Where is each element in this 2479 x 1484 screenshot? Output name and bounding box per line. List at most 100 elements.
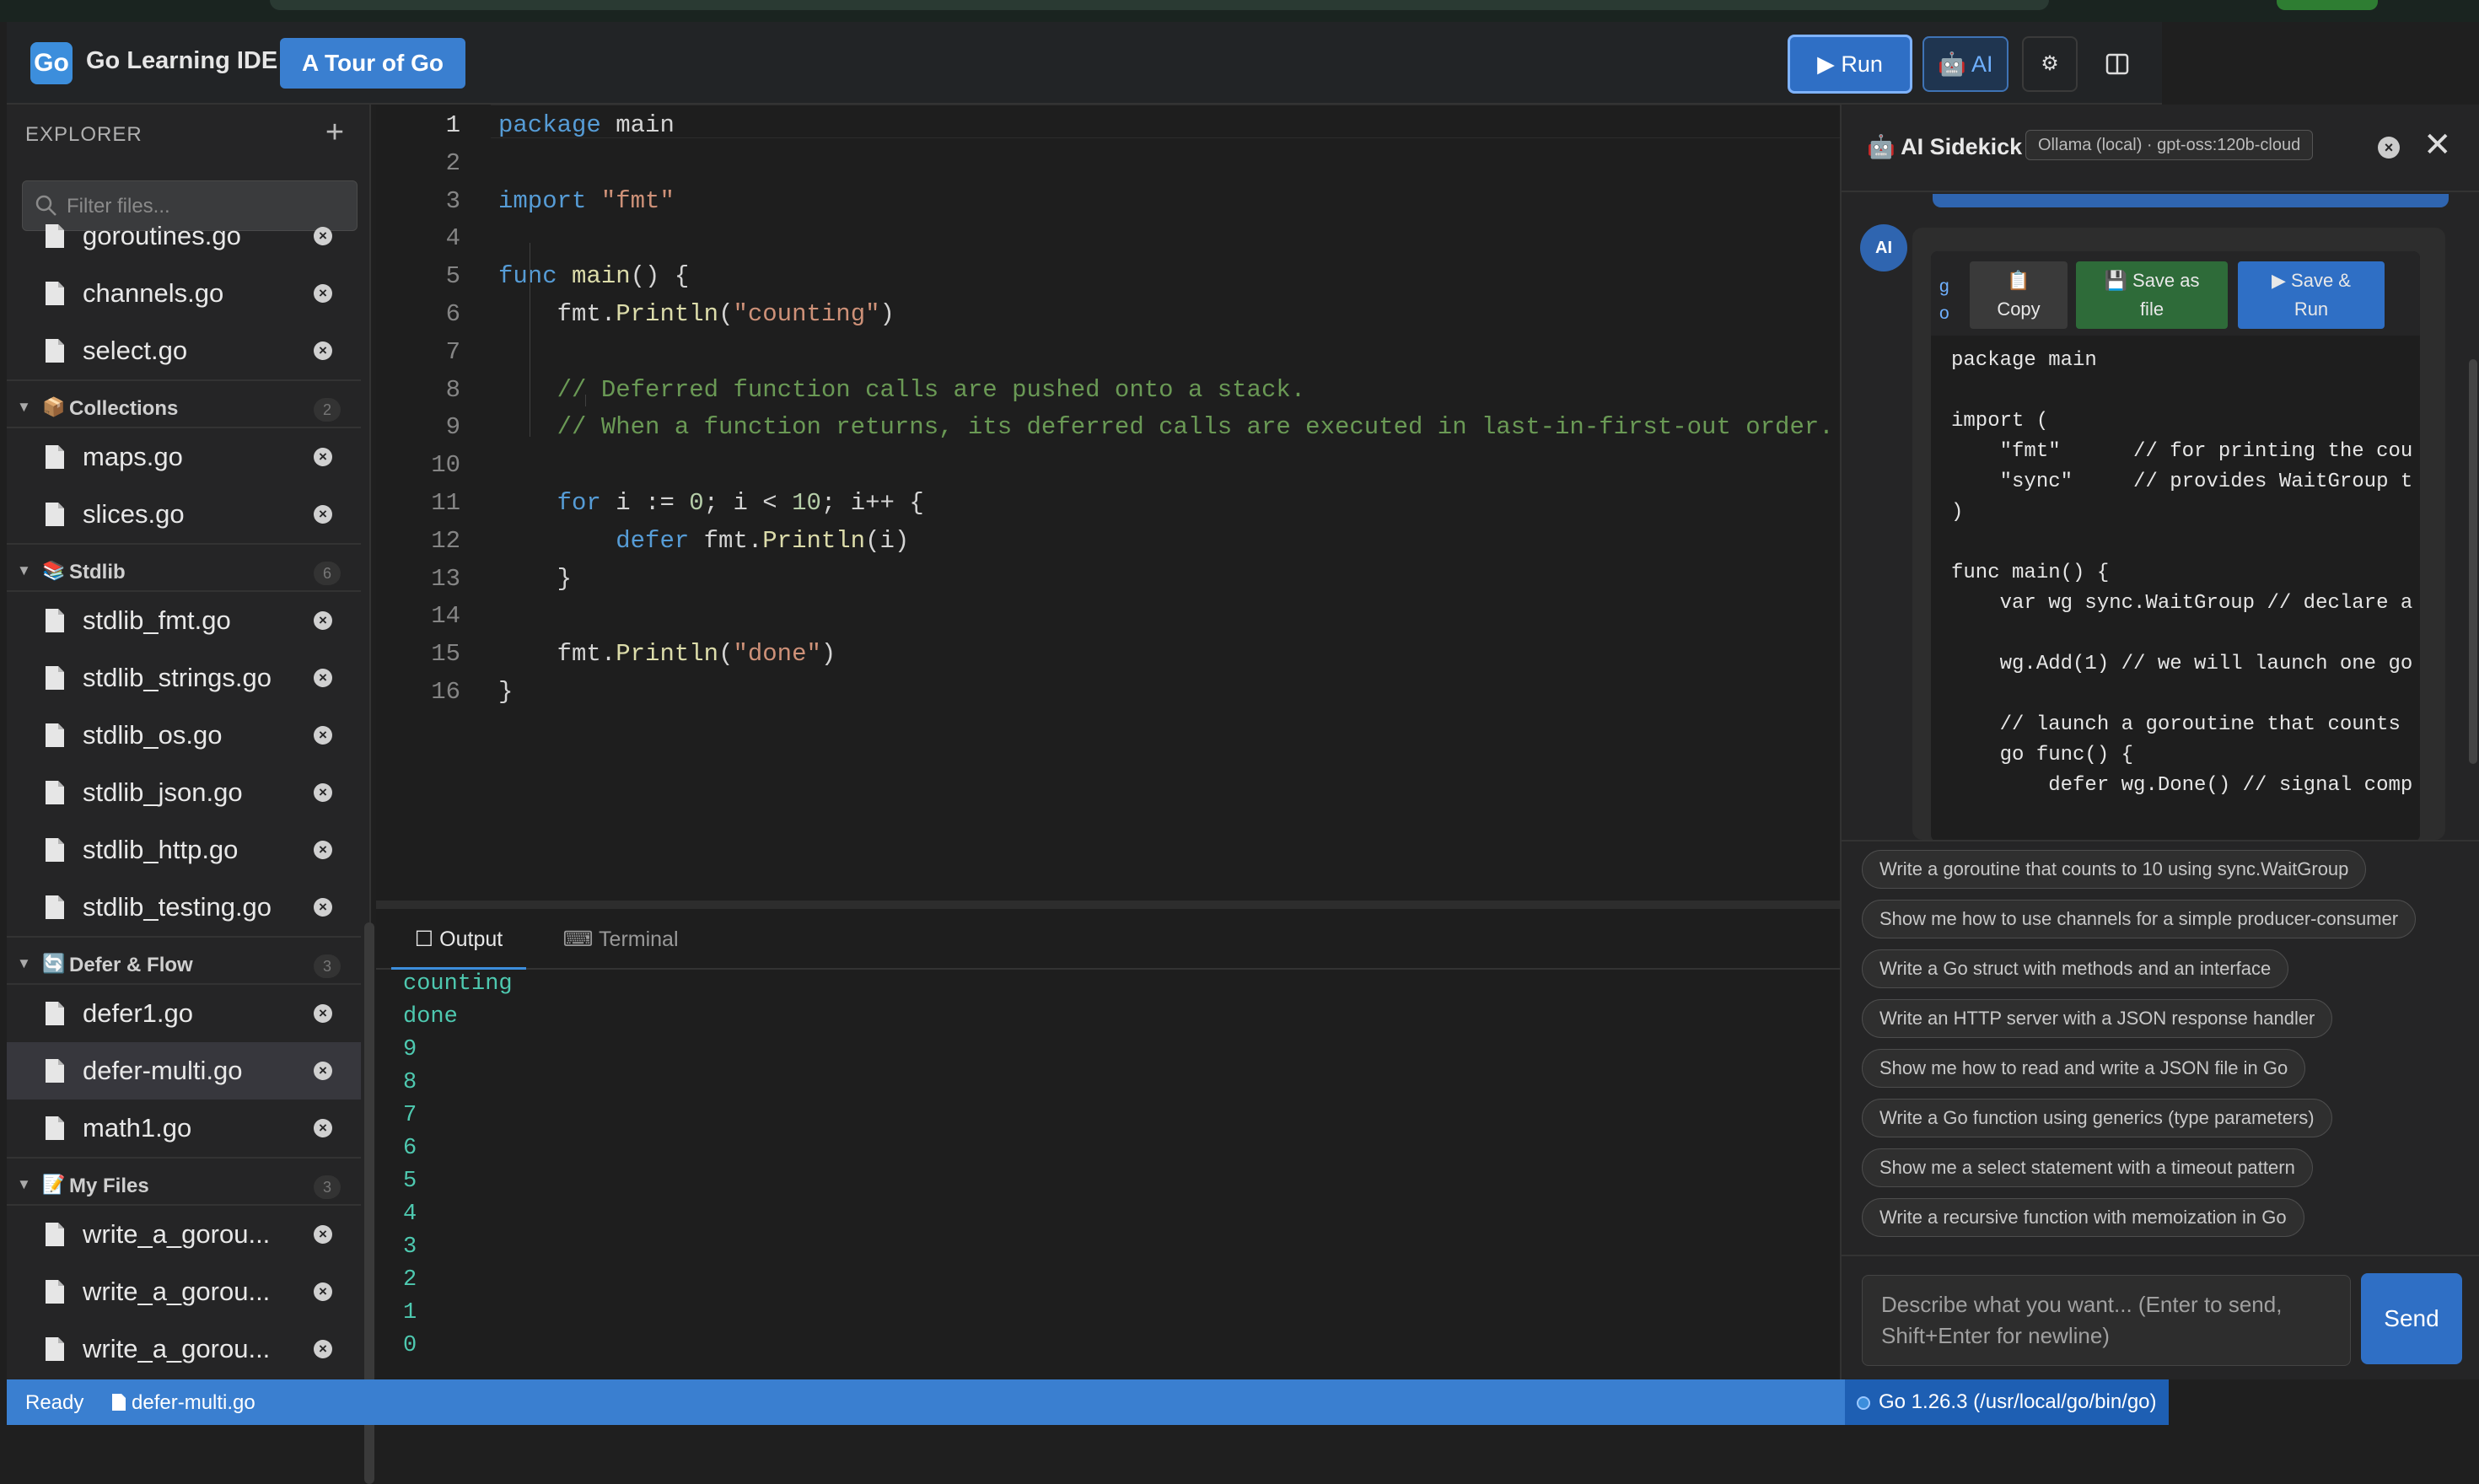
file-item[interactable]: write_a_gorou... × xyxy=(7,1320,361,1378)
close-file-icon[interactable]: × xyxy=(314,1119,332,1137)
file-item[interactable]: math1.go × xyxy=(7,1100,361,1157)
layout-toggle-button[interactable] xyxy=(2089,36,2145,92)
save-as-file-button[interactable]: 💾 Save as file xyxy=(2076,261,2228,329)
line-number: 2 xyxy=(445,148,460,177)
go-version[interactable]: Go 1.26.3 (/usr/local/go/bin/go) xyxy=(1845,1379,2169,1425)
file-item[interactable]: slices.go × xyxy=(7,486,361,543)
output-line: 1 xyxy=(403,1300,417,1325)
line-number: 9 xyxy=(445,413,460,442)
close-file-icon[interactable]: × xyxy=(314,726,332,745)
output-line: 5 xyxy=(403,1169,417,1194)
code-line[interactable]: import "fmt" xyxy=(498,184,675,219)
suggestion-chip[interactable]: Write an HTTP server with a JSON respons… xyxy=(1862,999,2333,1038)
close-file-icon[interactable]: × xyxy=(314,227,332,245)
close-file-icon[interactable]: × xyxy=(314,669,332,687)
file-item[interactable]: write_a_gorou... × xyxy=(7,1206,361,1263)
suggestion-chip[interactable]: Show me how to use channels for a simple… xyxy=(1862,900,2417,938)
close-file-icon[interactable]: × xyxy=(314,1225,332,1244)
code-line[interactable]: // Deferred function calls are pushed on… xyxy=(498,373,1306,408)
file-item[interactable]: stdlib_fmt.go × xyxy=(7,592,361,649)
settings-button[interactable]: ⚙ xyxy=(2022,36,2078,92)
code-line[interactable]: defer fmt.Println(i) xyxy=(498,524,909,559)
code-editor[interactable]: 1 package main 2 3 import "fmt" 4 5 func main()… xyxy=(376,105,1840,901)
folder-item[interactable]: ▼ 📚 Stdlib 6 xyxy=(7,543,361,592)
code-line[interactable]: package main xyxy=(498,108,675,143)
close-file-icon[interactable]: × xyxy=(314,611,332,630)
file-item[interactable]: stdlib_http.go × xyxy=(7,821,361,879)
file-item[interactable]: stdlib_strings.go × xyxy=(7,649,361,707)
copy-button[interactable]: 📋 Copy xyxy=(1970,261,2068,329)
line-number: 3 xyxy=(445,186,460,215)
file-icon xyxy=(46,781,64,804)
close-file-icon[interactable]: × xyxy=(314,1282,332,1301)
close-file-icon[interactable]: × xyxy=(314,1062,332,1080)
file-item[interactable]: stdlib_testing.go × xyxy=(7,879,361,936)
code-line[interactable]: fmt.Println("done") xyxy=(498,637,836,672)
tour-of-go-button[interactable]: A Tour of Go xyxy=(280,38,465,89)
model-badge[interactable]: Ollama (local) · gpt-oss:120b-cloud xyxy=(2025,130,2314,160)
suggestion-chip[interactable]: Show me a select statement with a timeou… xyxy=(1862,1148,2313,1187)
new-file-button[interactable]: + xyxy=(314,111,356,153)
run-button[interactable]: ▶ Run xyxy=(1788,35,1912,94)
status-file-name: defer-multi.go xyxy=(132,1391,255,1414)
output-line: done xyxy=(403,1004,458,1030)
terminal-icon: ⌨ xyxy=(562,928,594,951)
close-file-icon[interactable]: × xyxy=(314,341,332,360)
file-item[interactable]: defer1.go × xyxy=(7,985,361,1042)
close-file-icon[interactable]: × xyxy=(314,448,332,466)
file-icon xyxy=(46,339,64,363)
file-name: select.go xyxy=(83,336,188,365)
suggestion-chip[interactable]: Write a recursive function with memoizat… xyxy=(1862,1198,2304,1237)
file-icon xyxy=(46,895,64,919)
code-line[interactable]: // When a function returns, its deferred… xyxy=(498,410,1834,445)
code-line[interactable]: func main() { xyxy=(498,259,689,294)
output-line: 7 xyxy=(403,1103,417,1128)
folder-item[interactable]: ▼ 📝 My Files 3 xyxy=(7,1157,361,1206)
prompt-input[interactable] xyxy=(1862,1275,2351,1366)
tab-output[interactable]: ☐ Output xyxy=(391,909,526,970)
folder-item[interactable]: ▼ 🔄 Defer & Flow 3 xyxy=(7,936,361,985)
close-file-icon[interactable]: × xyxy=(314,284,332,303)
suggestion-chip[interactable]: Write a Go function using generics (type… xyxy=(1862,1099,2332,1137)
close-icon[interactable]: ✕ xyxy=(2423,126,2452,164)
code-line[interactable]: } xyxy=(498,675,513,710)
close-file-icon[interactable]: × xyxy=(314,505,332,524)
clear-model-icon[interactable]: × xyxy=(2378,137,2400,159)
line-number: 7 xyxy=(445,337,460,366)
folder-item[interactable]: ▼ 📦 Collections 2 xyxy=(7,379,361,428)
app-title: Go Learning IDE xyxy=(86,47,278,74)
file-item[interactable]: goroutines.go × xyxy=(7,207,361,265)
suggestion-chip[interactable]: Show me how to read and write a JSON fil… xyxy=(1862,1049,2306,1088)
panel-splitter[interactable] xyxy=(376,901,1840,909)
file-icon xyxy=(46,1280,64,1304)
suggestion-chip[interactable]: Write a Go struct with methods and an in… xyxy=(1862,949,2289,988)
close-file-icon[interactable]: × xyxy=(314,1340,332,1358)
code-line[interactable]: for i := 0; i < 10; i++ { xyxy=(498,486,924,521)
ai-input-area: Send xyxy=(1842,1255,2479,1379)
file-name: stdlib_http.go xyxy=(83,835,239,864)
line-number: 5 xyxy=(445,262,460,291)
ai-toggle-button[interactable]: 🤖 AI xyxy=(1922,36,2008,92)
file-item[interactable]: channels.go × xyxy=(7,265,361,322)
file-name: write_a_gorou... xyxy=(83,1277,271,1306)
close-file-icon[interactable]: × xyxy=(314,898,332,917)
tab-terminal[interactable]: ⌨ Terminal xyxy=(553,909,688,970)
file-item[interactable]: write_a_gorou... × xyxy=(7,1263,361,1320)
save-and-run-button[interactable]: ▶ Save & Run xyxy=(2238,261,2385,329)
file-item[interactable]: maps.go × xyxy=(7,428,361,486)
suggestion-chip[interactable]: Write a goroutine that counts to 10 usin… xyxy=(1862,850,2367,889)
code-line[interactable]: } xyxy=(498,562,572,597)
file-item[interactable]: defer-multi.go × xyxy=(7,1042,361,1100)
send-button[interactable]: Send xyxy=(2361,1273,2462,1364)
file-item[interactable]: stdlib_json.go × xyxy=(7,764,361,821)
file-item[interactable]: stdlib_os.go × xyxy=(7,707,361,764)
close-file-icon[interactable]: × xyxy=(314,783,332,802)
code-line[interactable]: fmt.Println("counting") xyxy=(498,297,895,332)
close-file-icon[interactable]: × xyxy=(314,841,332,859)
file-item[interactable]: select.go × xyxy=(7,322,361,379)
file-icon xyxy=(46,1059,64,1083)
ai-scrollbar[interactable] xyxy=(2469,359,2477,764)
file-name: channels.go xyxy=(83,278,224,308)
close-file-icon[interactable]: × xyxy=(314,1004,332,1023)
floppy-icon: 💾 xyxy=(2104,270,2127,291)
